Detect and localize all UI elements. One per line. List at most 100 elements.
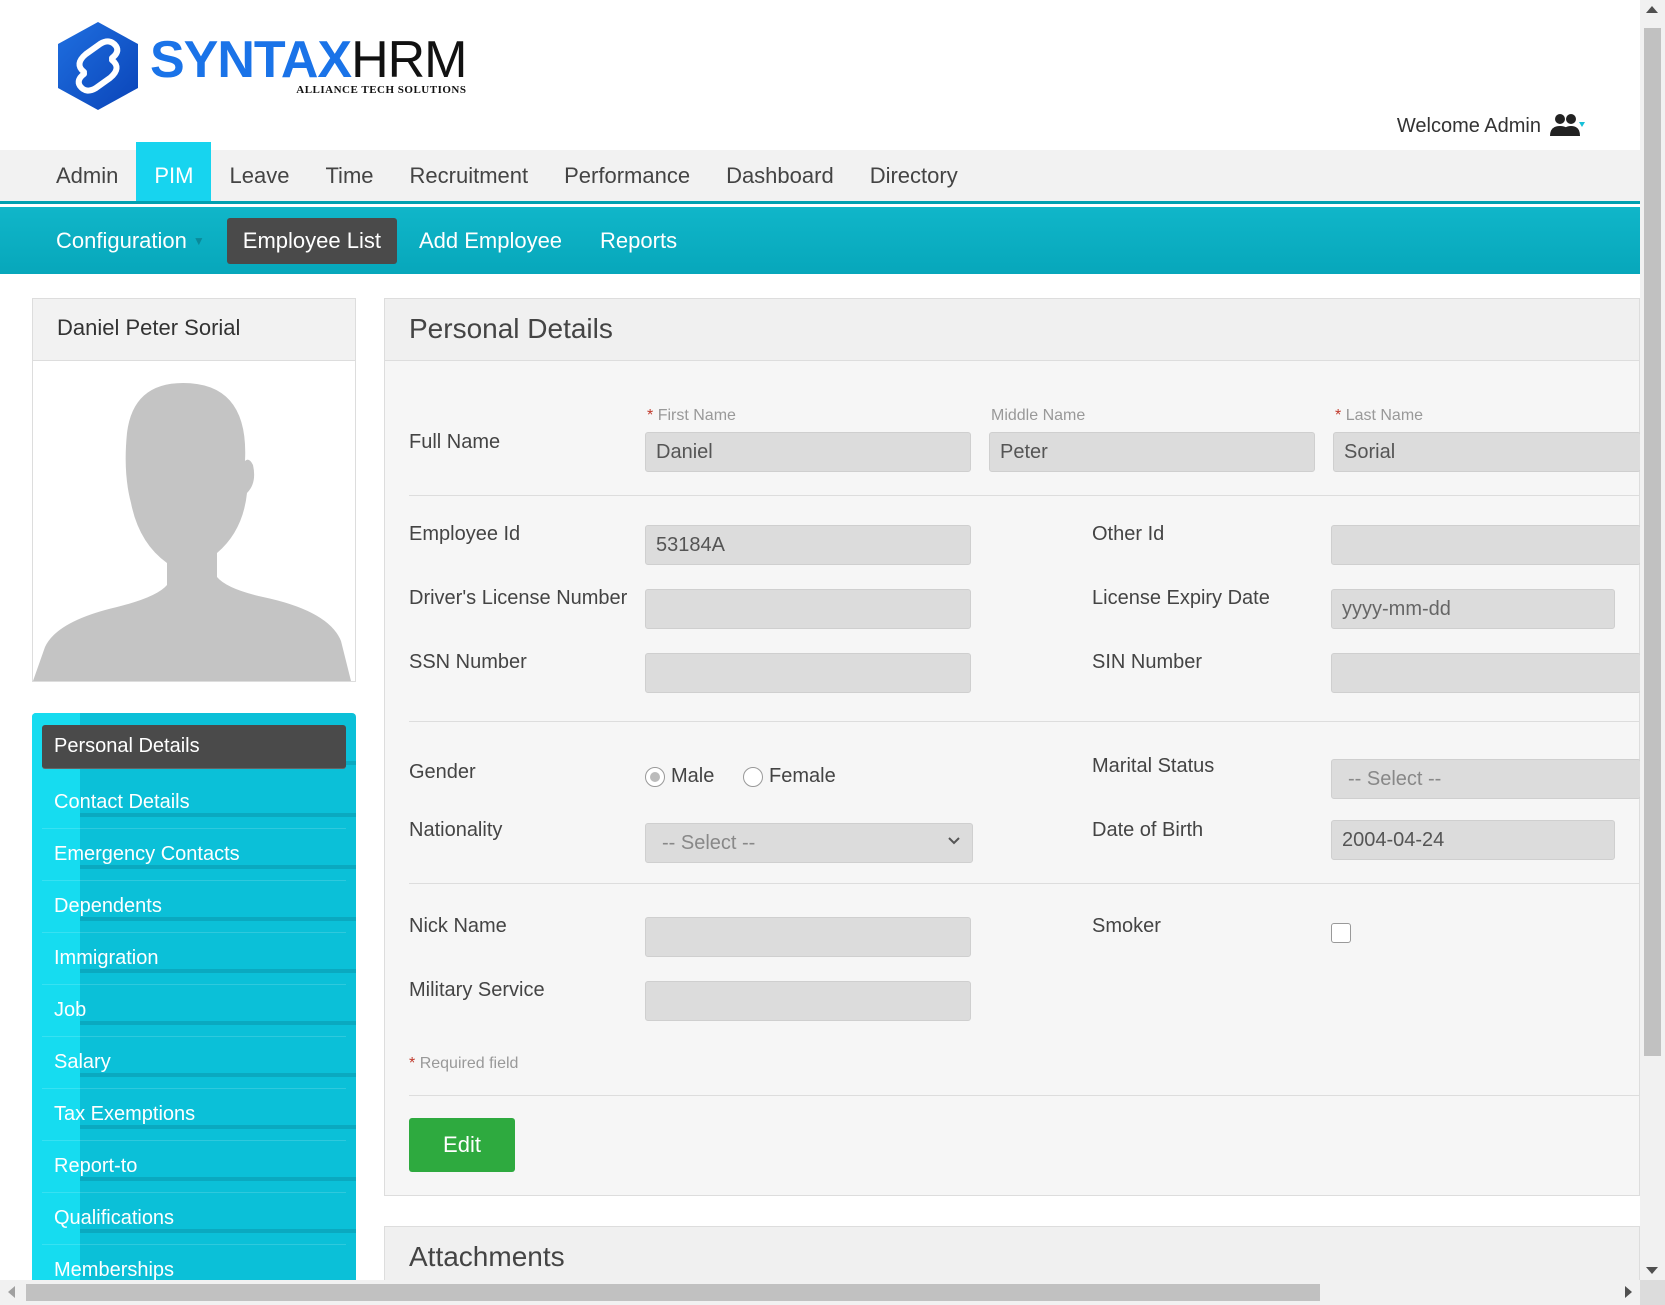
logo[interactable]: SYNTAXHRM ALLIANCE TECH SOLUTIONS [56, 20, 467, 112]
side-menu-immigration[interactable]: Immigration [42, 933, 346, 985]
nav-pim[interactable]: PIM [136, 142, 212, 201]
side-menu-emergency-contacts[interactable]: Emergency Contacts [42, 829, 346, 881]
chevron-down-icon [948, 837, 960, 845]
nav-directory[interactable]: Directory [852, 150, 976, 201]
nationality-value: -- Select -- [662, 832, 756, 854]
attachments-panel: Attachments [384, 1226, 1640, 1286]
gender-label: Gender [409, 761, 476, 783]
gender-male-label: Male [671, 765, 715, 787]
smoker-checkbox[interactable] [1331, 923, 1351, 943]
middle-name-field[interactable]: Peter [989, 432, 1315, 472]
side-menu-salary[interactable]: Salary [42, 1037, 346, 1089]
side-menu-contact-details[interactable]: Contact Details [42, 777, 346, 829]
military-service-label: Military Service [409, 979, 545, 1001]
side-menu-personal-details[interactable]: Personal Details [42, 725, 346, 769]
logo-hexagon-icon [58, 22, 138, 110]
subnav-add-employee[interactable]: Add Employee [403, 218, 578, 264]
caret-down-icon: ▼ [192, 233, 205, 248]
required-field-note: * Required field [409, 1055, 518, 1073]
first-name-label-text: First Name [657, 407, 736, 424]
edit-button[interactable]: Edit [409, 1118, 515, 1172]
profile-card: Daniel Peter Sorial [32, 298, 356, 682]
first-name-label: * First Name [647, 407, 736, 425]
personal-details-panel: Personal Details Full Name * First Name … [384, 298, 1641, 1196]
vertical-scrollbar[interactable] [1640, 0, 1665, 1280]
sin-label: SIN Number [1092, 651, 1203, 673]
radio-unchecked-icon[interactable] [743, 766, 763, 787]
nationality-select[interactable]: -- Select -- [645, 823, 973, 863]
last-name-label-text: Last Name [1345, 407, 1424, 424]
drivers-license-field[interactable] [645, 589, 971, 629]
gender-male-radio[interactable]: Male [645, 765, 714, 788]
subnav-configuration[interactable]: Configuration ▼ [40, 218, 221, 264]
required-asterisk: * [409, 1055, 416, 1072]
side-menu-report-to[interactable]: Report-to [42, 1141, 346, 1193]
side-menu-qualifications[interactable]: Qualifications [42, 1193, 346, 1245]
sin-field[interactable] [1331, 653, 1641, 693]
scroll-right-icon[interactable] [1625, 1286, 1632, 1298]
scroll-down-icon[interactable] [1646, 1267, 1658, 1274]
nav-performance[interactable]: Performance [546, 150, 708, 201]
last-name-field[interactable]: Sorial [1333, 432, 1641, 472]
last-name-label: * Last Name [1335, 407, 1423, 425]
welcome-menu[interactable]: Welcome Admin [1397, 112, 1585, 140]
attachments-title: Attachments [409, 1241, 565, 1272]
ssn-field[interactable] [645, 653, 971, 693]
side-menu-memberships[interactable]: Memberships [42, 1245, 346, 1280]
subnav-reports[interactable]: Reports [584, 218, 693, 264]
marital-status-select[interactable]: -- Select -- [1331, 759, 1641, 799]
nick-name-field[interactable] [645, 917, 971, 957]
other-id-label: Other Id [1092, 523, 1165, 545]
employee-id-label: Employee Id [409, 523, 521, 545]
panel-title: Personal Details [385, 299, 1639, 361]
side-menu: Personal Details Contact Details Emergen… [32, 713, 356, 1280]
smoker-label: Smoker [1092, 915, 1161, 937]
employee-id-field[interactable]: 53184A [645, 525, 971, 565]
other-id-field[interactable] [1331, 525, 1641, 565]
middle-name-label: Middle Name [991, 407, 1086, 424]
gender-female-label: Female [769, 765, 836, 787]
divider [409, 495, 1639, 496]
divider [409, 883, 1639, 884]
vertical-scroll-thumb[interactable] [1644, 28, 1661, 1056]
horizontal-scrollbar[interactable] [0, 1280, 1640, 1305]
sub-nav: Configuration ▼ Employee List Add Employe… [0, 207, 1640, 274]
avatar-silhouette-icon[interactable] [33, 361, 353, 681]
nav-time[interactable]: Time [307, 150, 391, 201]
license-expiry-label: License Expiry Date [1092, 587, 1270, 609]
required-asterisk: * [647, 407, 654, 424]
nav-leave[interactable]: Leave [211, 150, 307, 201]
radio-checked-icon[interactable] [645, 766, 665, 787]
scrollbar-corner [1640, 1280, 1665, 1305]
side-menu-dependents[interactable]: Dependents [42, 881, 346, 933]
main-nav: Admin PIM Leave Time Recruitment Perform… [0, 142, 1640, 204]
subnav-configuration-label: Configuration [56, 227, 187, 253]
users-icon [1550, 114, 1585, 136]
military-service-field[interactable] [645, 981, 971, 1021]
required-field-text: Required field [419, 1055, 519, 1072]
ssn-label: SSN Number [409, 651, 527, 673]
subnav-employee-list[interactable]: Employee List [226, 217, 397, 264]
logo-brand-hrm: HRM [351, 31, 467, 89]
dob-field[interactable]: 2004-04-24 [1331, 820, 1615, 860]
first-name-field[interactable]: Daniel [645, 432, 971, 472]
nav-admin[interactable]: Admin [38, 150, 136, 201]
side-menu-tax-exemptions[interactable]: Tax Exemptions [42, 1089, 346, 1141]
profile-name: Daniel Peter Sorial [33, 299, 355, 361]
scroll-up-icon[interactable] [1646, 6, 1658, 13]
drivers-license-label: Driver's License Number [409, 587, 628, 609]
scroll-left-icon[interactable] [8, 1286, 15, 1298]
horizontal-scroll-thumb[interactable] [26, 1284, 1320, 1301]
header: SYNTAXHRM ALLIANCE TECH SOLUTIONS Welcom… [0, 0, 1640, 150]
nav-dashboard[interactable]: Dashboard [708, 150, 852, 201]
divider [409, 721, 1639, 722]
logo-wordmark: SYNTAXHRM ALLIANCE TECH SOLUTIONS [150, 31, 467, 96]
side-menu-job[interactable]: Job [42, 985, 346, 1037]
license-expiry-field[interactable]: yyyy-mm-dd [1331, 589, 1615, 629]
gender-female-radio[interactable]: Female [743, 765, 836, 788]
nav-recruitment[interactable]: Recruitment [392, 150, 547, 201]
welcome-text: Welcome Admin [1396, 114, 1541, 137]
dob-label: Date of Birth [1092, 819, 1204, 841]
required-asterisk: * [1335, 407, 1342, 424]
logo-brand-syntax: SYNTAX [150, 31, 352, 89]
